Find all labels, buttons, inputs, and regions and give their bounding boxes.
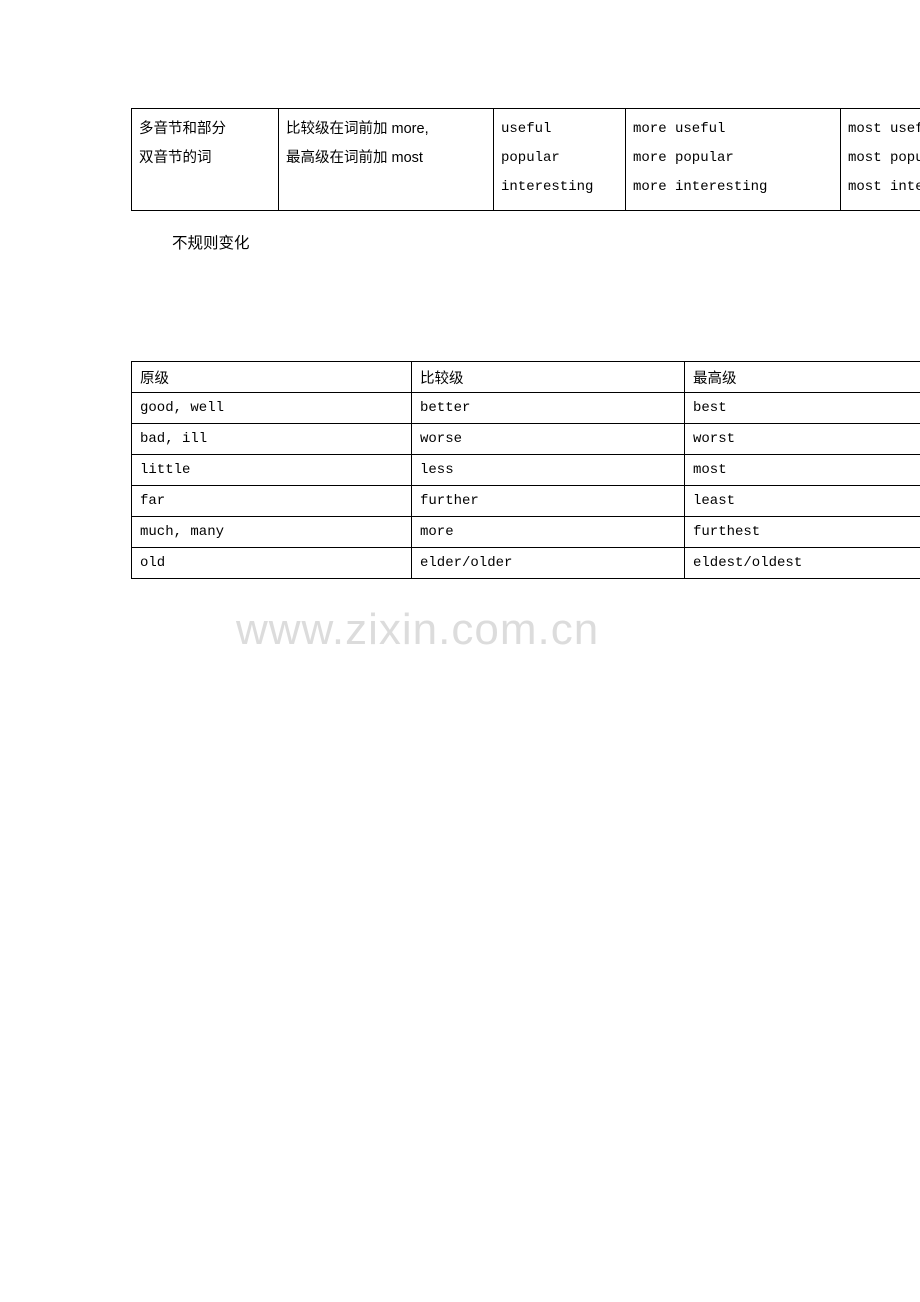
document-page: 多音节和部分 双音节的词 比较级在词前加 more, 最高级在词前加 most … [0,0,920,1302]
comparative-form-cell: more useful more popular more interestin… [625,108,841,211]
cell-superlative: furthest [684,516,920,548]
rule-category-line-2: 双音节的词 [139,150,212,166]
watermark: www.zixin.com.cn [236,605,600,654]
cell-base: far [131,485,412,517]
column-header-comparative: 比较级 [411,361,685,393]
table-row: little less most [131,454,920,486]
table-row: bad, ill worse worst [131,423,920,455]
base-form-3: interesting [501,179,594,195]
table-row: far further least [131,485,920,517]
cell-comparative: worse [411,423,685,455]
cell-comparative: more [411,516,685,548]
comparative-form-1: more useful [633,121,726,137]
cell-superlative: worst [684,423,920,455]
cell-superlative: most [684,454,920,486]
cell-base: much, many [131,516,412,548]
base-form-1: useful [501,121,552,137]
cell-base: bad, ill [131,423,412,455]
cell-base: good, well [131,392,412,424]
cell-superlative: least [684,485,920,517]
cell-comparative: elder/older [411,547,685,579]
section-heading: 不规则变化 [172,235,250,252]
base-form-cell: useful popular interesting [493,108,626,211]
table-row: 多音节和部分 双音节的词 比较级在词前加 more, 最高级在词前加 most … [131,108,920,211]
table-row: old elder/older eldest/oldest [131,547,920,579]
cell-base: old [131,547,412,579]
table-header-row: 原级 比较级 最高级 [131,361,920,393]
irregular-forms-table: 原级 比较级 最高级 good, well better best bad, i… [131,361,920,579]
rule-description-cell: 比较级在词前加 more, 最高级在词前加 most [278,108,494,211]
table-row: much, many more furthest [131,516,920,548]
superlative-form-1: most useful [848,121,920,137]
comparative-form-3: more interesting [633,179,768,195]
rule-description-line-1: 比较级在词前加 more, [286,121,429,137]
comparative-rules-table: 多音节和部分 双音节的词 比较级在词前加 more, 最高级在词前加 most … [131,108,920,211]
base-form-2: popular [501,150,560,166]
cell-comparative: further [411,485,685,517]
cell-superlative: eldest/oldest [684,547,920,579]
rule-description-line-2: 最高级在词前加 most [286,150,423,166]
superlative-form-2: most popular [848,150,920,166]
superlative-form-3: most interesting [848,179,920,195]
cell-comparative: better [411,392,685,424]
cell-superlative: best [684,392,920,424]
table-row: good, well better best [131,392,920,424]
rule-category-cell: 多音节和部分 双音节的词 [131,108,279,211]
cell-comparative: less [411,454,685,486]
cell-base: little [131,454,412,486]
superlative-form-cell: most useful most popular most interestin… [840,108,920,211]
comparative-form-2: more popular [633,150,734,166]
rule-category-line-1: 多音节和部分 [139,121,226,137]
column-header-base: 原级 [131,361,412,393]
column-header-superlative: 最高级 [684,361,920,393]
